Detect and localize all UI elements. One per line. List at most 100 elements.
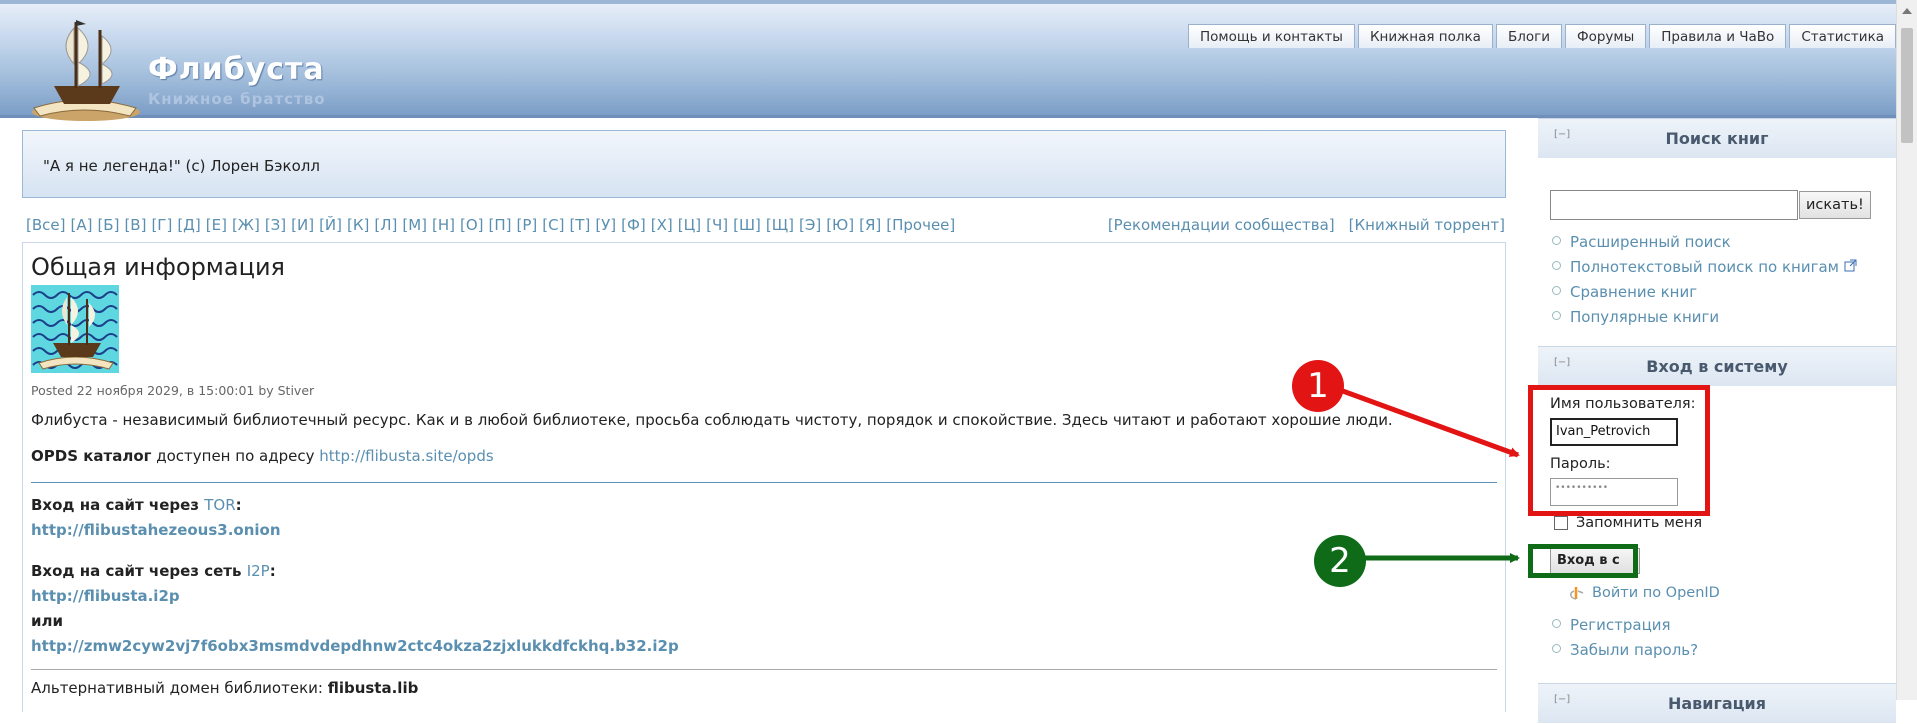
alpha-link[interactable]: [Ж] [232,216,260,234]
main-content: Общая информация Posted 22 ноября 2029, … [22,242,1506,712]
bullet-icon [1552,236,1561,245]
page-scrollbar[interactable] [1896,0,1917,700]
fulltext-search-link[interactable]: Полнотекстовый поиск по книгам [1552,255,1857,280]
tab-bookshelf[interactable]: Книжная полка [1357,24,1493,48]
alpha-link[interactable]: [Ц] [678,216,701,234]
collapse-toggle[interactable]: [−] [1554,680,1570,720]
collapse-toggle[interactable]: [−] [1554,343,1570,383]
search-input[interactable] [1550,190,1798,220]
tab-rules-faq[interactable]: Правила и ЧаВо [1649,24,1787,48]
alpha-link[interactable]: [С] [542,216,564,234]
book-torrent-link[interactable]: [Книжный торрент] [1349,216,1505,234]
popular-books-link[interactable]: Популярные книги [1552,305,1857,330]
remember-me: Запомнить меня [1554,515,1702,531]
alpha-link[interactable]: [Р] [517,216,538,234]
nav-heading: Навигация [1667,694,1767,713]
tor-link[interactable]: TOR [204,496,235,514]
alpha-link[interactable]: [У] [595,216,616,234]
alpha-link[interactable]: [К] [347,216,369,234]
opds-link[interactable]: http://flibusta.site/opds [319,447,493,465]
i2p-url-link[interactable]: http://flibusta.i2p [31,587,180,605]
forgot-password-link[interactable]: Забыли пароль? [1552,638,1698,663]
tab-help-contacts[interactable]: Помощь и контакты [1188,24,1355,48]
openid-link[interactable]: Войти по OpenID [1568,585,1720,601]
top-nav-tabs: Помощь и контакты Книжная полка Блоги Фо… [1188,24,1896,48]
alpha-link[interactable]: [Я] [859,216,881,234]
alpha-link[interactable]: [З] [265,216,286,234]
alpha-link[interactable]: [Н] [432,216,455,234]
alt-domain-line: Альтернативный домен библиотеки: flibust… [31,676,1497,701]
quote-text: "А я не легенда!" (c) Лорен Бэколл [43,157,320,175]
account-links: Регистрация Забыли пароль? [1552,613,1698,663]
alpha-link[interactable]: [Б] [97,216,119,234]
login-block-header: [−] Вход в систему [1538,346,1896,386]
alpha-link[interactable]: [О] [460,216,484,234]
community-recommendations-link[interactable]: [Рекомендации сообщества] [1108,216,1335,234]
search-heading: Поиск книг [1665,129,1769,148]
tab-blogs[interactable]: Блоги [1495,24,1562,48]
alpha-link[interactable]: [Г] [151,216,172,234]
remember-checkbox[interactable] [1554,516,1568,530]
alpha-link[interactable]: [Х] [651,216,673,234]
opds-line: OPDS каталог доступен по адресу http://f… [31,446,1497,466]
alpha-link[interactable]: [Прочее] [886,216,955,234]
alpha-link[interactable]: [Ф] [621,216,646,234]
register-link[interactable]: Регистрация [1552,613,1698,638]
i2p-link[interactable]: I2P [247,562,270,580]
search-button[interactable]: искать! [1799,191,1871,219]
search-links: Расширенный поиск Полнотекстовый поиск п… [1552,230,1857,330]
bullet-icon [1552,619,1561,628]
scroll-thumb[interactable] [1901,28,1913,143]
alphabet-nav: [Все] [А] [Б] [В] [Г] [Д] [Е] [Ж] [З] [И] [Й] [К] [Л… [26,216,960,234]
login-heading: Вход в систему [1646,357,1788,376]
tor-url-link[interactable]: http://flibustahezeous3.onion [31,521,281,539]
bullet-icon [1552,286,1561,295]
external-link-icon [1844,259,1857,272]
bullet-icon [1552,644,1561,653]
alpha-link[interactable]: [Д] [177,216,200,234]
alpha-link[interactable]: [Все] [26,216,65,234]
step-1-marker: 1 [1292,360,1344,412]
site-header: Флибуста Книжное братство Помощь и конта… [0,0,1896,121]
ship-logo-icon[interactable] [24,12,144,124]
divider [31,482,1497,483]
site-subtitle: Книжное братство [148,90,326,108]
i2p-url2-link[interactable]: http://zmw2cyw2vj7f6obx3msmdvdepdhnw2ctc… [31,637,679,655]
search-form: искать! [1550,190,1871,220]
advanced-search-link[interactable]: Расширенный поиск [1552,230,1857,255]
divider [31,669,1497,670]
tab-forums[interactable]: Форумы [1564,24,1647,48]
alpha-link[interactable]: [Е] [206,216,227,234]
alpha-link[interactable]: [Т] [569,216,590,234]
tor-label: Вход на сайт через [31,496,205,514]
alpha-link[interactable]: [Ч] [706,216,728,234]
alpha-link[interactable]: [Л] [374,216,397,234]
post-meta: Posted 22 ноября 2029, в 15:00:01 by Sti… [31,383,315,398]
scroll-up-icon[interactable] [1902,8,1912,14]
site-title[interactable]: Флибуста [148,52,325,87]
alpha-link[interactable]: [Ю] [826,216,854,234]
alpha-link[interactable]: [Й] [319,216,342,234]
alpha-link[interactable]: [Э] [799,216,821,234]
bullet-icon [1552,311,1561,320]
alpha-link[interactable]: [М] [402,216,427,234]
alt-domain: flibusta.lib [327,679,419,697]
alpha-link[interactable]: [В] [124,216,146,234]
article-ship-icon [31,285,119,373]
collapse-toggle[interactable]: [−] [1554,115,1570,155]
annotation-box-credentials [1528,385,1710,516]
alpha-link[interactable]: [А] [70,216,92,234]
alphabet-extra-links: [Рекомендации сообщества] [Книжный торрен… [1094,216,1505,234]
quote-banner: "А я не легенда!" (c) Лорен Бэколл [22,130,1506,198]
step-2-marker: 2 [1314,535,1366,587]
alpha-link[interactable]: [Щ] [766,216,794,234]
tab-statistics[interactable]: Статистика [1789,24,1896,48]
compare-books-link[interactable]: Сравнение книг [1552,280,1857,305]
opds-label: OPDS каталог [31,447,152,465]
alpha-link[interactable]: [Ш] [733,216,761,234]
or-text: или [31,612,64,630]
alpha-link[interactable]: [П] [489,216,512,234]
remember-label: Запомнить меня [1576,515,1703,531]
intro-text: Флибуста - независимый библиотечный ресу… [31,411,1393,429]
alpha-link[interactable]: [И] [291,216,314,234]
